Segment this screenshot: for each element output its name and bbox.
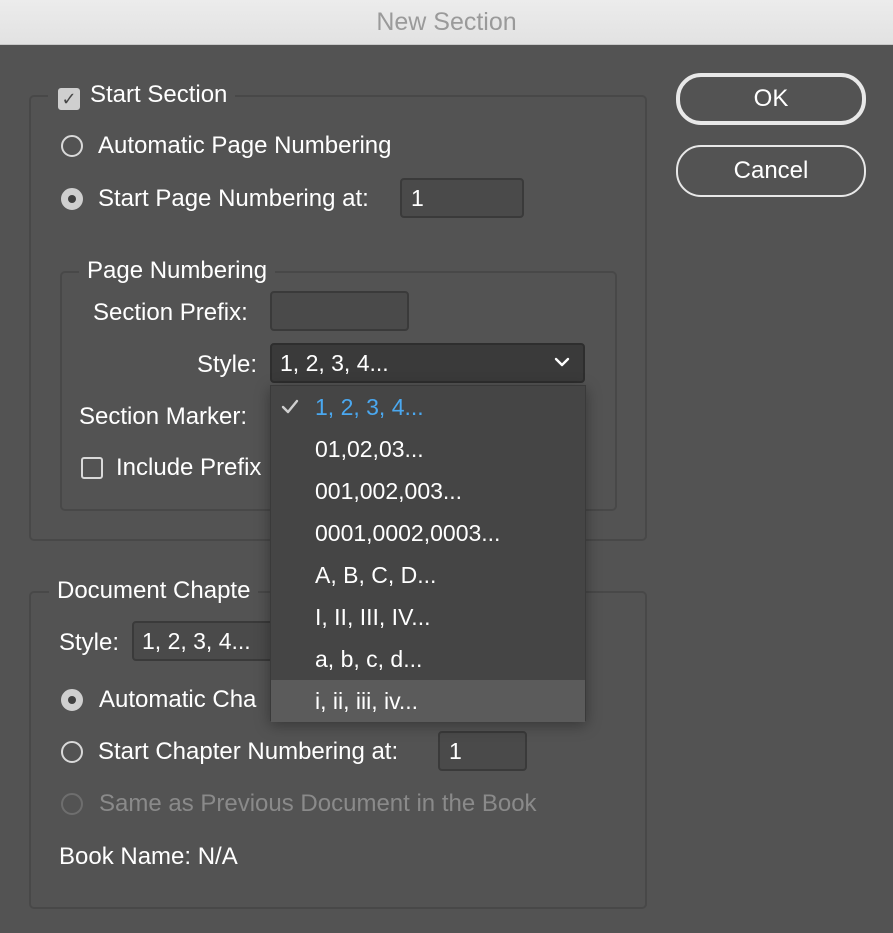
ok-button[interactable]: OK: [676, 73, 866, 125]
start-section-label: Start Section: [90, 81, 228, 108]
style-option[interactable]: 001,002,003...: [271, 470, 585, 512]
style-option[interactable]: A, B, C, D...: [271, 554, 585, 596]
chevron-down-icon: [554, 357, 570, 367]
section-prefix-label: Section Prefix:: [93, 299, 248, 326]
style-dropdown-menu: 1, 2, 3, 4... 01,02,03... 001,002,003...…: [270, 385, 586, 722]
window-title: New Section: [0, 0, 893, 45]
chapter-style-select[interactable]: 1, 2, 3, 4...: [132, 621, 282, 661]
book-name-label: Book Name: N/A: [59, 843, 238, 870]
section-prefix-input[interactable]: [270, 291, 409, 331]
style-option[interactable]: 0001,0002,0003...: [271, 512, 585, 554]
auto-page-numbering-label: Automatic Page Numbering: [98, 132, 392, 159]
style-option[interactable]: 01,02,03...: [271, 428, 585, 470]
style-option-label: 1, 2, 3, 4...: [315, 394, 424, 420]
auto-chapter-numbering-label: Automatic Cha: [99, 686, 257, 713]
start-page-numbering-label: Start Page Numbering at:: [98, 185, 369, 212]
chapter-style-label: Style:: [59, 629, 120, 656]
same-as-previous-label: Same as Previous Document in the Book: [99, 790, 537, 817]
document-chapter-legend: Document Chapte: [49, 576, 259, 606]
same-as-previous-radio[interactable]: [61, 793, 83, 815]
include-prefix-label: Include Prefix: [116, 454, 262, 481]
include-prefix-checkbox[interactable]: [81, 457, 103, 479]
checkmark-icon: [281, 399, 299, 414]
auto-page-numbering-radio[interactable]: [61, 135, 83, 157]
page-style-value: 1, 2, 3, 4...: [280, 350, 389, 376]
start-chapter-numbering-radio[interactable]: [61, 741, 83, 763]
cancel-button[interactable]: Cancel: [676, 145, 866, 197]
start-section-checkbox[interactable]: ✓: [58, 88, 80, 110]
dialog-panel: ✓ Start Section Automatic Page Numbering …: [0, 45, 893, 933]
auto-chapter-numbering-radio[interactable]: [61, 689, 83, 711]
style-option[interactable]: a, b, c, d...: [271, 638, 585, 680]
style-option[interactable]: I, II, III, IV...: [271, 596, 585, 638]
start-page-numbering-radio[interactable]: [61, 188, 83, 210]
page-style-select[interactable]: 1, 2, 3, 4...: [270, 343, 585, 383]
chapter-style-value: 1, 2, 3, 4...: [142, 628, 251, 654]
start-chapter-numbering-label: Start Chapter Numbering at:: [98, 738, 399, 765]
style-option[interactable]: i, ii, iii, iv...: [271, 680, 585, 722]
section-marker-label: Section Marker:: [79, 403, 248, 430]
page-style-label: Style:: [197, 351, 258, 378]
page-numbering-legend: Page Numbering: [79, 256, 276, 286]
start-section-legend: ✓ Start Section: [48, 80, 236, 110]
start-chapter-number-input[interactable]: 1: [438, 731, 527, 771]
style-option[interactable]: 1, 2, 3, 4...: [271, 386, 585, 428]
start-page-number-input[interactable]: 1: [400, 178, 524, 218]
